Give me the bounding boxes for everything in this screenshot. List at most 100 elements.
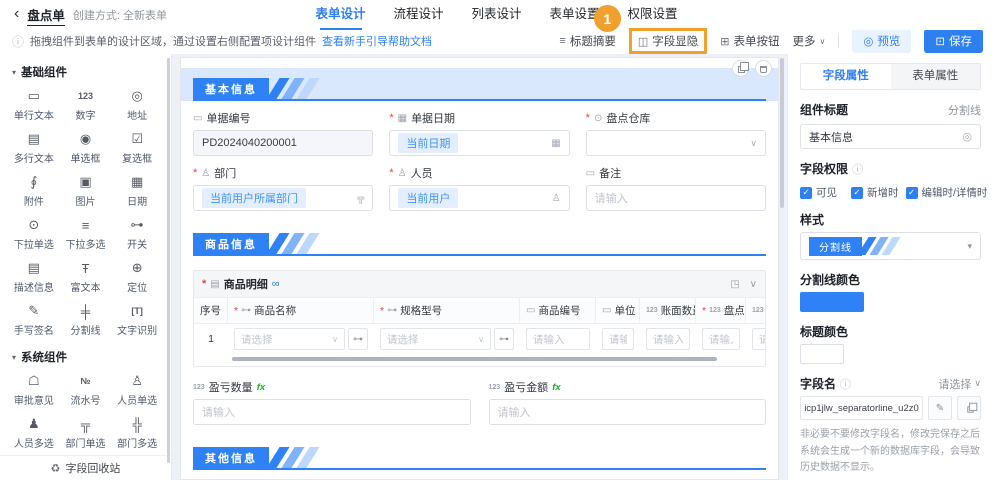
component-item-dropdown-multi[interactable]: ≡ 下拉多选 — [60, 217, 112, 252]
component-item-divider[interactable]: ╪ 分割线 — [60, 303, 112, 338]
field-warehouse[interactable]: * ⊙ 盘点仓库 ∨ — [585, 110, 766, 156]
cell-input[interactable]: 请输入 — [702, 328, 740, 350]
field-bill-number[interactable]: ▭ 单据编号 PD2024040200001 — [193, 110, 374, 156]
profit-amount-input[interactable]: 请输入 — [488, 399, 766, 425]
cell-input[interactable]: 请输入 — [752, 328, 765, 350]
cell-input[interactable]: 请输入 — [526, 328, 590, 350]
component-item-image[interactable]: ▣ 图片 — [60, 174, 112, 208]
component-item-single-line-text[interactable]: ▭ 单行文本 — [8, 88, 60, 122]
help-link[interactable]: 查看新手引导帮助文档 — [322, 33, 432, 49]
component-title-input[interactable]: 基本信息 ◎ — [800, 124, 981, 149]
field-name-select[interactable]: 请选择 ∨ — [938, 376, 981, 392]
component-item-date[interactable]: ▦ 日期 — [111, 174, 163, 208]
field-remark[interactable]: ▭ 备注 请输入 — [585, 165, 766, 211]
fields-row-1: ▭ 单据编号 PD2024040200001 * ▦ 单据日期 当前日期 ▦ * ⊙ 盘点仓… — [193, 110, 766, 156]
more-button[interactable]: 更多 ∨ — [792, 33, 825, 49]
copy-field-name-button[interactable] — [957, 396, 981, 420]
component-item-radio[interactable]: ◉ 单选框 — [60, 131, 112, 165]
bill-date-input[interactable]: 当前日期 ▦ — [389, 130, 570, 156]
field-profit-quantity[interactable]: 123 盈亏数量 fx 请输入 — [193, 379, 471, 425]
field-profit-amount[interactable]: 123 盈亏金额 fx 请输入 — [488, 379, 766, 425]
divider-color-swatch[interactable] — [800, 292, 864, 312]
department-input[interactable]: 当前用户所属部门 ╦ — [193, 185, 374, 211]
component-item-approval-comment[interactable]: ☖ 审批意见 — [8, 373, 60, 407]
component-item-ocr[interactable]: [T] 文字识别 — [111, 303, 163, 337]
perm-on-create[interactable]: ✓ 新增时 — [851, 185, 899, 200]
cell-input[interactable]: 请输入 — [646, 328, 690, 350]
divider-icon: ╪ — [80, 303, 91, 319]
recycle-bin-item[interactable]: ♻ 字段回收站 — [0, 455, 171, 480]
collapse-icon[interactable]: ∨ — [750, 279, 757, 290]
checkbox-checked-icon[interactable]: ✓ — [905, 186, 918, 199]
link-button[interactable]: ⊶ — [494, 328, 514, 350]
bill-number-input[interactable]: PD2024040200001 — [193, 130, 374, 156]
person-input[interactable]: 当前用户 ♙ — [389, 185, 570, 211]
field-department[interactable]: * ♙ 部门 当前用户所属部门 ╦ — [193, 165, 374, 211]
checkbox-checked-icon[interactable]: ✓ — [800, 186, 812, 199]
delete-section-button[interactable] — [755, 60, 772, 77]
component-item-person-single[interactable]: ♙ 人员单选 — [111, 373, 163, 407]
tab-form-properties[interactable]: 表单属性 — [891, 64, 981, 89]
copy-icon — [966, 402, 977, 413]
section-banner-goods-info[interactable]: 商品信息 — [193, 233, 766, 256]
action-form-buttons[interactable]: ⊞ 表单按钮 — [720, 33, 779, 49]
formula-icon: fx — [552, 381, 561, 393]
eye-icon[interactable]: ◎ — [962, 130, 972, 143]
expand-icon[interactable]: ◳ — [730, 279, 739, 290]
back-icon[interactable]: ‹ — [14, 6, 19, 22]
tab-permission-settings[interactable]: 权限设置 — [628, 0, 678, 30]
text-field-icon: ▭ — [193, 112, 203, 124]
cell-select[interactable]: 请选择 ∨ — [234, 328, 345, 350]
tab-list-design[interactable]: 列表设计 — [471, 0, 521, 30]
field-label: 单据编号 — [206, 113, 251, 125]
tab-field-properties[interactable]: 字段属性 — [801, 64, 891, 89]
section-banner-other-info[interactable]: 其他信息 — [193, 447, 766, 470]
component-item-description[interactable]: ▤ 描述信息 — [8, 260, 60, 294]
tab-form-design[interactable]: 表单设计 — [315, 0, 365, 30]
sidebar-scrollbar[interactable] — [167, 58, 170, 463]
component-item-person-multi[interactable]: ♟ 人员多选 — [8, 416, 60, 450]
component-item-attachment[interactable]: ∮ 附件 — [8, 174, 60, 208]
remark-input[interactable]: 请输入 — [585, 185, 766, 211]
component-item-rich-text[interactable]: Ŧ 富文本 — [60, 260, 112, 295]
component-item-signature[interactable]: ✎ 手写签名 — [8, 303, 60, 337]
checkbox-checked-icon[interactable]: ✓ — [851, 186, 863, 199]
detail-table[interactable]: * ▤ 商品明细 ∞ ◳ ∨ 序号 * ⊶ 商品名称 * ⊶ 规格型号 ▭ 商品编号 ▭ 单位 123… — [193, 270, 766, 367]
form-title[interactable]: 盘点单 — [27, 5, 65, 26]
link-button[interactable]: ⊶ — [348, 328, 368, 350]
action-title-summary[interactable]: ≡ 标题摘要 — [559, 33, 615, 49]
component-item-location[interactable]: ⊕ 定位 — [111, 260, 163, 294]
component-item-dept-multi[interactable]: ╬ 部门多选 — [111, 416, 163, 451]
component-group-header-1[interactable]: ▾ 系统组件 — [0, 345, 171, 369]
component-item-checkbox[interactable]: ☑ 复选框 — [111, 131, 163, 165]
title-color-swatch[interactable] — [800, 344, 844, 364]
save-button[interactable]: ⊡ 保存 — [924, 29, 983, 53]
action-field-visibility[interactable]: ◫ 字段显隐 1 — [593, 5, 708, 54]
section-banner-basic-info[interactable]: 基本信息 — [181, 68, 778, 101]
tab-form-settings[interactable]: 表单设置 — [550, 0, 600, 30]
warehouse-select[interactable]: ∨ — [585, 130, 766, 156]
component-item-address[interactable]: ◎ 地址 — [111, 88, 163, 122]
horizontal-scrollbar[interactable] — [232, 357, 717, 361]
cell-input[interactable]: 请输入 — [602, 328, 634, 350]
profit-quantity-input[interactable]: 请输入 — [193, 399, 471, 425]
component-item-dropdown-single[interactable]: ⊙ 下拉单选 — [8, 217, 60, 251]
style-select[interactable]: 分割线 ▾ — [800, 232, 981, 260]
field-bill-date[interactable]: * ▦ 单据日期 当前日期 ▦ — [389, 110, 570, 156]
component-item-serial-number[interactable]: № 流水号 — [60, 373, 112, 407]
copy-section-button[interactable] — [732, 60, 749, 77]
component-item-dept-single[interactable]: ╦ 部门单选 — [60, 416, 112, 451]
field-person[interactable]: * ♙ 人员 当前用户 ♙ — [389, 165, 570, 211]
preview-button[interactable]: ◎ 预览 — [852, 29, 912, 53]
perm-on-edit-detail[interactable]: ✓ 编辑时/详情时 — [905, 185, 987, 200]
perm-visible[interactable]: ✓ 可见 — [800, 185, 837, 200]
cell-select[interactable]: 请选择 ∨ — [380, 328, 491, 350]
component-item-number[interactable]: 123 数字 — [60, 88, 112, 122]
edit-field-name-button[interactable]: ✎ — [928, 396, 952, 420]
component-item-multi-line-text[interactable]: ▤ 多行文本 — [8, 131, 60, 165]
component-group-header-0[interactable]: ▾ 基础组件 — [0, 60, 171, 84]
tab-flow-design[interactable]: 流程设计 — [393, 0, 443, 30]
component-item-switch[interactable]: ⊶ 开关 — [111, 217, 163, 251]
field-name-input[interactable]: icp1jlw_separatorline_u2z0 — [800, 396, 923, 420]
canvas-scrollbar[interactable] — [780, 58, 784, 208]
